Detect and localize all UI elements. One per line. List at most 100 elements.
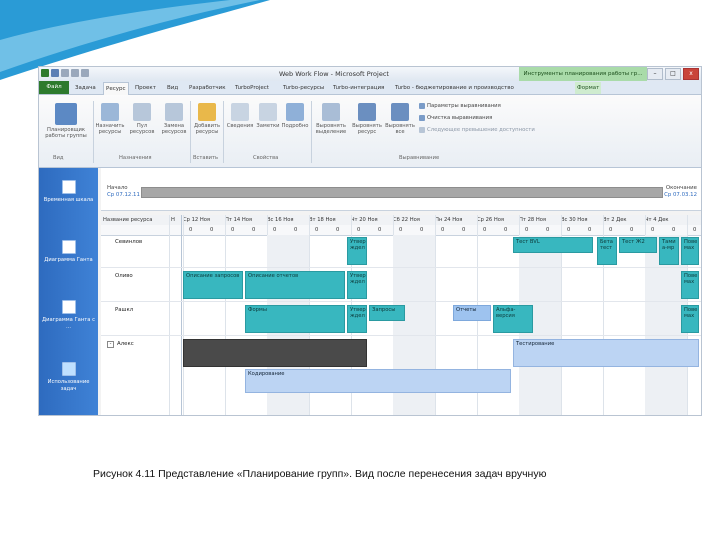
tab-turboproject[interactable]: TurboProject: [235, 82, 269, 94]
hour-cell: 0: [630, 227, 634, 233]
group-label-leveling: Выравнивание: [399, 155, 440, 161]
group-label-assignments: Назначения: [119, 155, 152, 161]
task-bar[interactable]: Пове мах: [681, 237, 699, 265]
date-header: Ср 26 Ноя: [477, 217, 505, 223]
ribbon: Планировщик работы группы Вид Назначить …: [39, 95, 701, 168]
ms-project-window: Web Work Flow - Microsoft Project Инстру…: [38, 66, 702, 416]
timeline-pane[interactable]: Начало Ср 07.12.11 Окончание Ср 07.03.12: [101, 168, 701, 211]
quick-access-toolbar: [41, 69, 89, 77]
view-tracking-gantt[interactable]: Диаграмма Ганта с ...: [39, 300, 98, 330]
tab-task[interactable]: Задача: [75, 82, 96, 94]
redo-icon[interactable]: [71, 69, 79, 77]
close-button[interactable]: x: [683, 68, 699, 80]
level-resource-button[interactable]: Выровнять ресурс: [351, 103, 383, 135]
save-icon[interactable]: [51, 69, 59, 77]
task-bar[interactable]: Пове мах: [681, 271, 699, 299]
level-selection-button[interactable]: Выровнять выделение: [313, 103, 349, 135]
resource-name[interactable]: Оливо: [115, 273, 133, 279]
hour-cell: 0: [483, 227, 487, 233]
add-resources-icon: [198, 103, 216, 121]
task-bar[interactable]: Описание запросов: [183, 271, 243, 299]
date-header: Вт 2 Дек: [603, 217, 627, 223]
notes-button[interactable]: Заметки: [255, 103, 281, 129]
resource-name[interactable]: Рашкл: [115, 307, 133, 313]
tab-turbo-budget[interactable]: Turbo - бюджетирование и производство: [395, 82, 514, 94]
task-bar[interactable]: Альфа-версия: [493, 305, 533, 333]
leveling-options-icon: [419, 103, 425, 109]
clear-leveling-item[interactable]: Очистка выравнивания: [419, 115, 492, 121]
task-bar[interactable]: Отчеты: [453, 305, 491, 321]
tab-format[interactable]: Формат: [575, 82, 602, 94]
maximize-button[interactable]: □: [665, 68, 681, 80]
task-bar[interactable]: Тест BVL: [513, 237, 593, 253]
column-header-resource-name[interactable]: Название ресурса: [103, 215, 169, 225]
minimize-button[interactable]: –: [647, 68, 663, 80]
details-button[interactable]: Подробно: [281, 103, 309, 129]
leveling-options-item[interactable]: Параметры выравнивания: [419, 103, 501, 109]
tab-turbo-resources[interactable]: Turbo-ресурсы: [283, 82, 324, 94]
tab-resource[interactable]: Ресурс: [103, 82, 129, 95]
grid-line: [181, 215, 182, 415]
hour-cell: 0: [672, 227, 676, 233]
task-bar[interactable]: Кодирование: [245, 369, 511, 393]
team-planner-button[interactable]: Планировщик работы группы: [41, 103, 91, 139]
figure-caption: Рисунок 4.11 Представление «Планирование…: [93, 468, 547, 480]
task-bar[interactable]: Бета тест: [597, 237, 617, 265]
level-resource-icon: [358, 103, 376, 121]
hour-cell: 0: [651, 227, 655, 233]
resource-name[interactable]: Севинлов: [115, 239, 142, 245]
resource-pool-button[interactable]: Пул ресурсов: [127, 103, 157, 135]
tab-file[interactable]: Файл: [39, 81, 69, 94]
add-resources-button[interactable]: Добавить ресурсы: [191, 103, 223, 135]
hour-cell: 0: [525, 227, 529, 233]
task-bar[interactable]: Запросы: [369, 305, 405, 321]
resource-name[interactable]: - Алекс: [107, 341, 134, 348]
task-bar[interactable]: Утвер ждел: [347, 237, 367, 265]
task-bar[interactable]: Утвер ждел: [347, 271, 367, 299]
date-header: Вт 18 Ноя: [309, 217, 336, 223]
task-bar[interactable]: Тест Ж2: [619, 237, 657, 253]
view-gantt-chart[interactable]: Диаграмма Ганта: [39, 240, 98, 264]
tab-turbo-integration[interactable]: Turbo-интеграция: [333, 82, 384, 94]
collapse-icon[interactable]: -: [107, 341, 114, 348]
timeline-bar[interactable]: [141, 187, 663, 198]
window-controls: – □ x: [647, 68, 699, 80]
column-header-h[interactable]: Н: [171, 215, 179, 225]
group-separator: [223, 101, 224, 163]
view-task-usage[interactable]: Использование задач: [39, 362, 98, 392]
tab-project[interactable]: Проект: [135, 82, 156, 94]
group-label-insert: Вставить: [193, 155, 219, 161]
task-bar[interactable]: Утвер ждел: [347, 305, 367, 333]
grid-line: [183, 215, 184, 415]
timeline-start: Начало Ср 07.12.11: [107, 185, 140, 198]
next-overallocation-item[interactable]: Следующее превышение доступности: [419, 127, 535, 133]
level-all-button[interactable]: Выровнять все: [385, 103, 415, 135]
hour-cell: 0: [462, 227, 466, 233]
task-bar[interactable]: Тестирование: [513, 339, 699, 367]
task-bar[interactable]: Пове мах: [681, 305, 699, 333]
task-bar[interactable]: Тами а-мр: [659, 237, 679, 265]
ribbon-tabs: Файл Задача Ресурс Проект Вид Разработчи…: [39, 81, 701, 95]
undo-icon[interactable]: [61, 69, 69, 77]
replace-resources-button[interactable]: Замена ресурсов: [159, 103, 189, 135]
assign-resources-icon: [101, 103, 119, 121]
assign-resources-button[interactable]: Назначить ресурсы: [95, 103, 125, 135]
hour-cell: 0: [273, 227, 277, 233]
view-timeline[interactable]: Временная шкала: [39, 180, 98, 204]
print-icon[interactable]: [81, 69, 89, 77]
tab-view[interactable]: Вид: [167, 82, 178, 94]
summary-bar[interactable]: [183, 339, 367, 367]
date-header: Пт 28 Ноя: [519, 217, 547, 223]
gantt-chart-icon: [61, 240, 76, 254]
group-label-properties: Свойства: [253, 155, 279, 161]
grid-line: [225, 215, 226, 415]
task-bar[interactable]: Описание отчетов: [245, 271, 345, 299]
information-button[interactable]: Сведения: [225, 103, 255, 129]
task-bar[interactable]: Формы: [245, 305, 345, 333]
hour-cell: 0: [504, 227, 508, 233]
row-divider: [101, 267, 701, 268]
tab-developer[interactable]: Разработчик: [189, 82, 226, 94]
timeline-icon: [61, 180, 76, 194]
date-header: Чт 20 Ноя: [351, 217, 378, 223]
group-separator: [93, 101, 94, 163]
